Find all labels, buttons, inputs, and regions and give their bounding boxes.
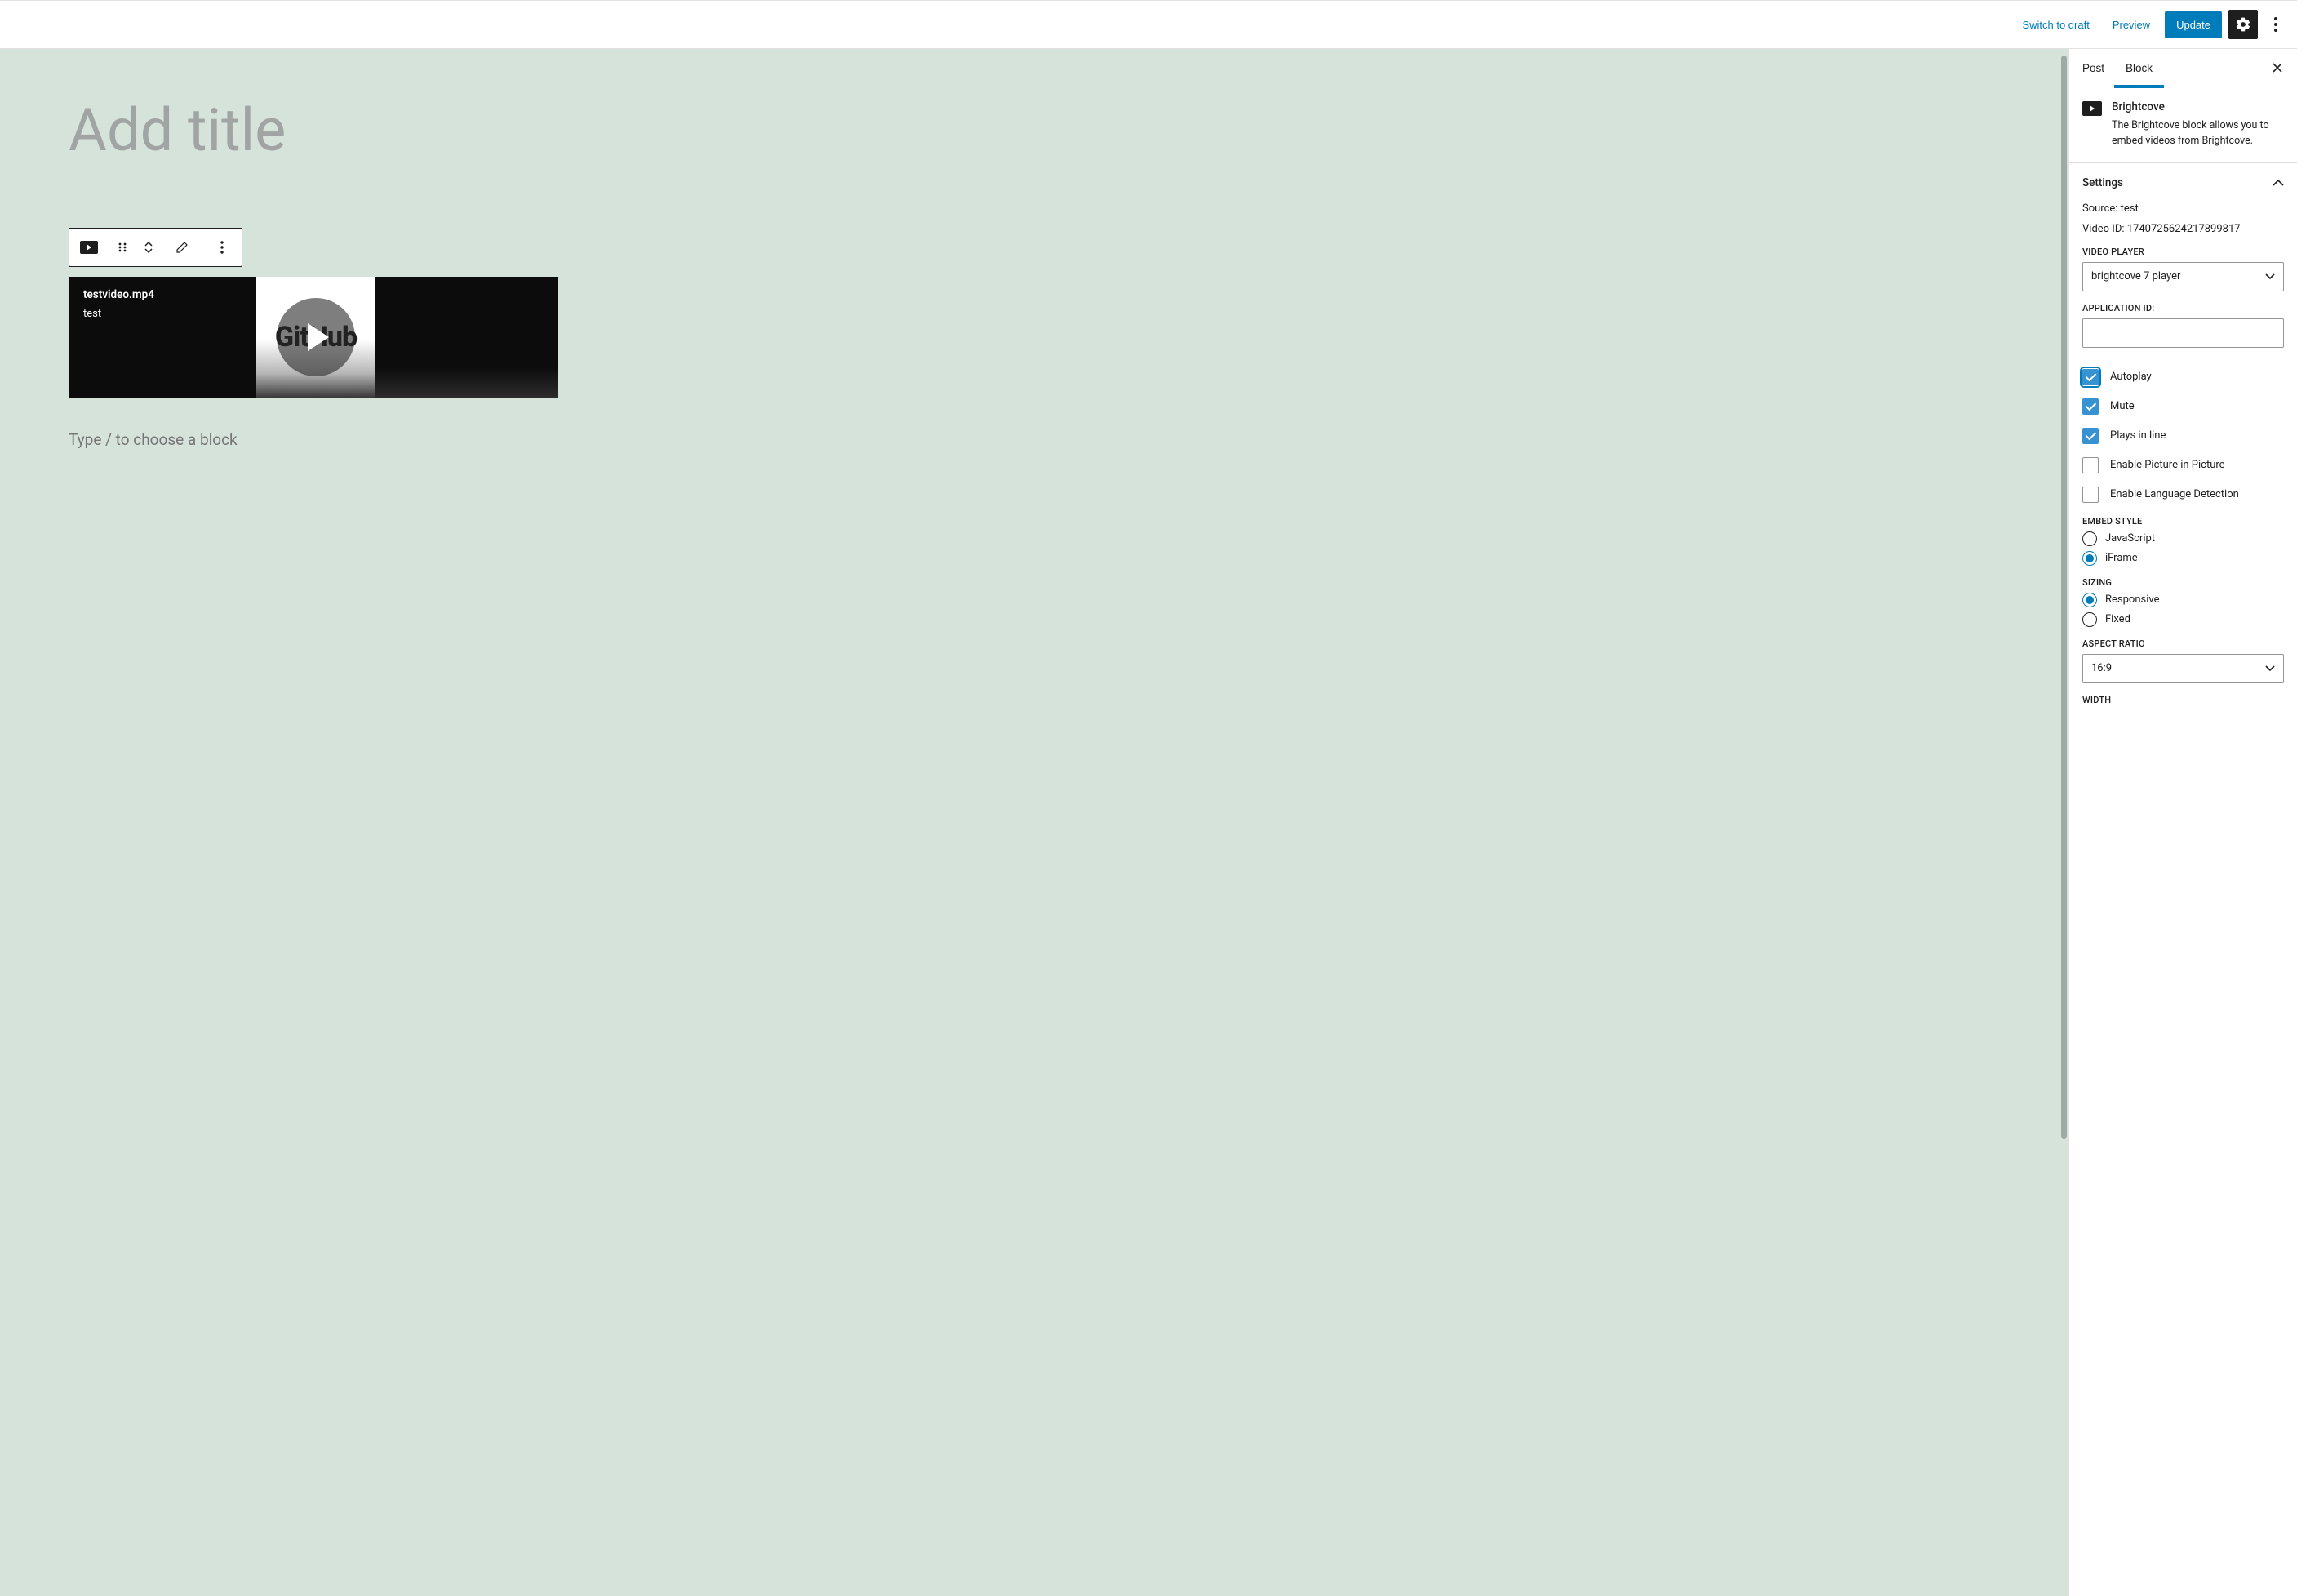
editor-scrollbar[interactable]: [2061, 56, 2067, 1139]
video-player-label: VIDEO PLAYER: [2082, 247, 2284, 257]
block-more-button[interactable]: [202, 229, 242, 266]
chevron-up-icon: [2273, 180, 2284, 186]
brightcove-block-icon: [2082, 101, 2102, 116]
video-player-select[interactable]: brightcove 7 player: [2082, 262, 2284, 291]
autoplay-checkbox[interactable]: [2082, 369, 2099, 385]
block-description: Brightcove The Brightcove block allows y…: [2069, 87, 2297, 163]
default-block-appender[interactable]: Type / to choose a block: [69, 430, 2000, 449]
block-type-button[interactable]: [69, 229, 109, 266]
update-button[interactable]: Update: [2165, 11, 2222, 38]
aspect-ratio-label: ASPECT RATIO: [2082, 638, 2284, 649]
application-id-input[interactable]: [2082, 318, 2284, 348]
drag-handle-icon: [117, 242, 128, 253]
sidebar-tabs: Post Block: [2069, 49, 2297, 87]
preview-button[interactable]: Preview: [2104, 14, 2158, 36]
sizing-fixed-label: Fixed: [2105, 613, 2130, 625]
width-label: WIDTH: [2082, 695, 2284, 705]
chevron-down-icon: [2265, 665, 2275, 671]
embed-javascript-label: JavaScript: [2105, 532, 2155, 545]
edit-block-button[interactable]: [162, 229, 202, 266]
autoplay-label: Autoplay: [2110, 371, 2152, 383]
mute-checkbox[interactable]: [2082, 398, 2099, 415]
settings-gear-button[interactable]: [2228, 10, 2258, 39]
sizing-responsive-radio[interactable]: [2082, 593, 2097, 607]
mute-label: Mute: [2110, 400, 2135, 412]
video-thumbnail[interactable]: GitHub: [256, 277, 375, 398]
block-help-text: The Brightcove block allows you to embed…: [2112, 118, 2284, 149]
aspect-ratio-value: 16:9: [2091, 662, 2112, 674]
block-name: Brightcove: [2112, 100, 2284, 113]
application-id-label: APPLICATION ID:: [2082, 303, 2284, 313]
gear-icon: [2235, 16, 2251, 33]
video-player-value: brightcove 7 player: [2091, 270, 2180, 282]
pip-label: Enable Picture in Picture: [2110, 459, 2225, 471]
embed-style-label: EMBED STYLE: [2082, 516, 2284, 527]
chevron-down-icon: [2265, 273, 2275, 279]
video-info-panel: testvideo.mp4 test: [69, 277, 256, 398]
switch-to-draft-button[interactable]: Switch to draft: [2014, 14, 2097, 36]
video-id-info: Video ID: 1740725624217899817: [2082, 223, 2284, 235]
tab-post[interactable]: Post: [2082, 49, 2114, 87]
settings-panel-title: Settings: [2082, 176, 2123, 189]
language-detection-checkbox[interactable]: [2082, 487, 2099, 503]
chevron-up-down-icon: [144, 242, 153, 253]
embed-iframe-label: iFrame: [2105, 552, 2138, 564]
tab-block[interactable]: Block: [2114, 49, 2164, 87]
video-block-icon: [80, 241, 98, 254]
editor-canvas[interactable]: Add title: [0, 49, 2068, 1596]
play-icon: [277, 298, 355, 376]
move-up-down-button[interactable]: [136, 229, 162, 266]
close-icon: [2272, 62, 2283, 73]
post-title-input[interactable]: Add title: [69, 98, 2000, 162]
settings-panel-toggle[interactable]: Settings: [2069, 163, 2297, 202]
embed-javascript-radio[interactable]: [2082, 531, 2097, 546]
sizing-label: SIZING: [2082, 577, 2284, 588]
pip-checkbox[interactable]: [2082, 457, 2099, 473]
settings-sidebar: Post Block Brightcove The Brightcove blo…: [2068, 49, 2297, 1596]
top-toolbar: Switch to draft Preview Update: [0, 0, 2297, 49]
language-detection-label: Enable Language Detection: [2110, 488, 2239, 500]
brightcove-video-block[interactable]: testvideo.mp4 test GitHub: [69, 277, 558, 398]
sizing-fixed-radio[interactable]: [2082, 612, 2097, 627]
drag-handle-button[interactable]: [109, 229, 136, 266]
pencil-icon: [175, 240, 189, 255]
close-sidebar-button[interactable]: [2263, 53, 2292, 82]
settings-panel-body: Source: test Video ID: 17407256242178998…: [2069, 202, 2297, 718]
video-source-label: test: [83, 308, 242, 320]
sizing-responsive-label: Responsive: [2105, 593, 2160, 606]
kebab-icon: [2274, 17, 2277, 32]
more-options-button[interactable]: [2264, 10, 2287, 39]
source-info: Source: test: [2082, 202, 2284, 215]
kebab-icon: [220, 241, 224, 254]
aspect-ratio-select[interactable]: 16:9: [2082, 654, 2284, 683]
video-filename: testvideo.mp4: [83, 288, 242, 301]
video-right-pad: [375, 277, 558, 398]
embed-iframe-radio[interactable]: [2082, 551, 2097, 566]
block-toolbar: [69, 228, 242, 267]
plays-inline-label: Plays in line: [2110, 429, 2166, 442]
plays-inline-checkbox[interactable]: [2082, 428, 2099, 444]
